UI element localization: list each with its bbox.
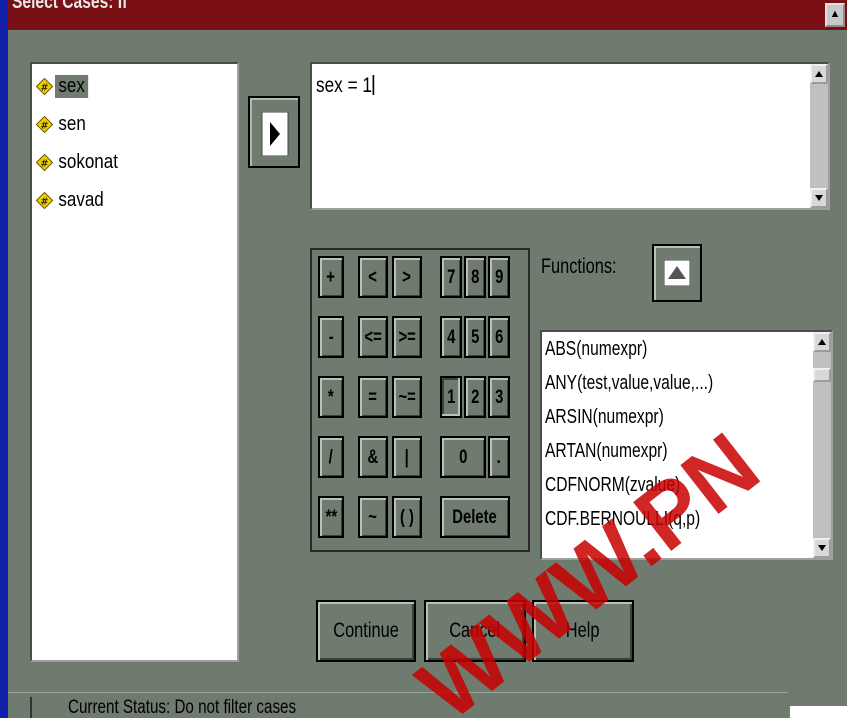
key-0[interactable]: 0 xyxy=(440,436,486,478)
numeric-variable-icon: # xyxy=(36,115,53,133)
status-bar: Current Status: Do not filter cases xyxy=(8,692,788,718)
variable-label: sex xyxy=(55,74,89,98)
scroll-down-button[interactable] xyxy=(813,538,831,558)
expression-scrollbar[interactable] xyxy=(810,64,828,208)
numeric-variable-icon: # xyxy=(36,77,53,95)
numeric-variable-icon: # xyxy=(36,191,53,209)
key-decimal[interactable]: . xyxy=(488,436,510,478)
list-item[interactable]: CDF.BERNOULLI(q,p) xyxy=(545,508,700,536)
svg-text:#: # xyxy=(40,82,48,93)
arrow-right-icon xyxy=(261,112,289,156)
variable-label: sen xyxy=(58,112,86,135)
svg-text:#: # xyxy=(40,158,48,169)
key-greater-than[interactable]: > xyxy=(392,256,422,298)
key-equals[interactable]: = xyxy=(358,376,388,418)
arrow-up-icon xyxy=(815,71,823,77)
key-and[interactable]: & xyxy=(358,436,388,478)
expression-input[interactable]: sex = 1 xyxy=(310,62,830,210)
key-or[interactable]: | xyxy=(392,436,422,478)
key-less-equal[interactable]: <= xyxy=(358,316,388,358)
continue-button[interactable]: Continue xyxy=(316,600,416,662)
list-item[interactable]: ANY(test,value,value,...) xyxy=(545,372,713,400)
calculator-keypad: + < > 7 8 9 - <= >= 4 5 6 * = ~= 1 2 3 /… xyxy=(310,248,530,552)
text-cursor xyxy=(372,75,375,95)
key-minus[interactable]: - xyxy=(318,316,344,358)
key-4[interactable]: 4 xyxy=(440,316,462,358)
numeric-variable-icon: # xyxy=(36,153,53,171)
key-parentheses[interactable]: ( ) xyxy=(392,496,422,538)
arrow-down-icon xyxy=(815,195,823,201)
scroll-thumb[interactable] xyxy=(813,368,831,382)
key-6[interactable]: 6 xyxy=(488,316,510,358)
scroll-up-button[interactable] xyxy=(810,64,828,84)
list-item[interactable]: CDFNORM(zvalue) xyxy=(545,474,680,502)
key-1[interactable]: 1 xyxy=(440,376,462,418)
scroll-up-button[interactable] xyxy=(813,332,831,352)
key-9[interactable]: 9 xyxy=(488,256,510,298)
arrow-up-icon xyxy=(818,339,826,345)
list-item-savad[interactable]: # savad xyxy=(36,186,116,214)
key-2[interactable]: 2 xyxy=(464,376,486,418)
expression-text: sex = 1 xyxy=(316,74,373,97)
key-greater-equal[interactable]: >= xyxy=(392,316,422,358)
window-title: Select Cases: If xyxy=(12,0,128,13)
list-item[interactable]: ARSIN(numexpr) xyxy=(545,406,664,434)
functions-label: Functions: xyxy=(541,255,617,278)
key-not[interactable]: ~ xyxy=(358,496,388,538)
list-item[interactable]: ABS(numexpr) xyxy=(545,338,647,366)
list-item[interactable]: ARTAN(numexpr) xyxy=(545,440,668,468)
variable-label: sokonat xyxy=(58,150,118,173)
function-list-scrollbar[interactable] xyxy=(813,332,831,558)
variable-list[interactable]: # sex # sen # sokonat # savad xyxy=(30,62,239,662)
key-3[interactable]: 3 xyxy=(488,376,510,418)
key-multiply[interactable]: * xyxy=(318,376,344,418)
list-item-sex[interactable]: # sex xyxy=(36,72,94,100)
title-bar: Select Cases: If ▲ xyxy=(8,0,847,30)
key-5[interactable]: 5 xyxy=(464,316,486,358)
status-panel xyxy=(790,706,847,718)
key-divide[interactable]: / xyxy=(318,436,344,478)
variable-label: savad xyxy=(58,188,104,211)
key-delete[interactable]: Delete xyxy=(440,496,510,538)
key-not-equal[interactable]: ~= xyxy=(392,376,422,418)
maximize-button[interactable]: ▲ xyxy=(825,3,845,27)
scroll-down-button[interactable] xyxy=(810,188,828,208)
move-variable-button[interactable] xyxy=(248,96,300,168)
divider xyxy=(30,697,32,718)
svg-text:#: # xyxy=(40,120,48,131)
arrow-up-icon xyxy=(664,260,690,286)
svg-text:#: # xyxy=(40,196,48,207)
list-item-sen[interactable]: # sen xyxy=(36,110,95,138)
help-button[interactable]: Help xyxy=(532,600,634,662)
cancel-button[interactable]: Cancel xyxy=(424,600,526,662)
paste-function-button[interactable] xyxy=(652,244,702,302)
arrow-down-icon xyxy=(818,545,826,551)
list-item-sokonat[interactable]: # sokonat xyxy=(36,148,133,176)
key-8[interactable]: 8 xyxy=(464,256,486,298)
key-plus[interactable]: + xyxy=(318,256,344,298)
key-7[interactable]: 7 xyxy=(440,256,462,298)
key-power[interactable]: ** xyxy=(318,496,344,538)
function-list[interactable]: ABS(numexpr) ANY(test,value,value,...) A… xyxy=(540,330,833,560)
key-less-than[interactable]: < xyxy=(358,256,388,298)
status-text: Current Status: Do not filter cases xyxy=(68,697,297,718)
